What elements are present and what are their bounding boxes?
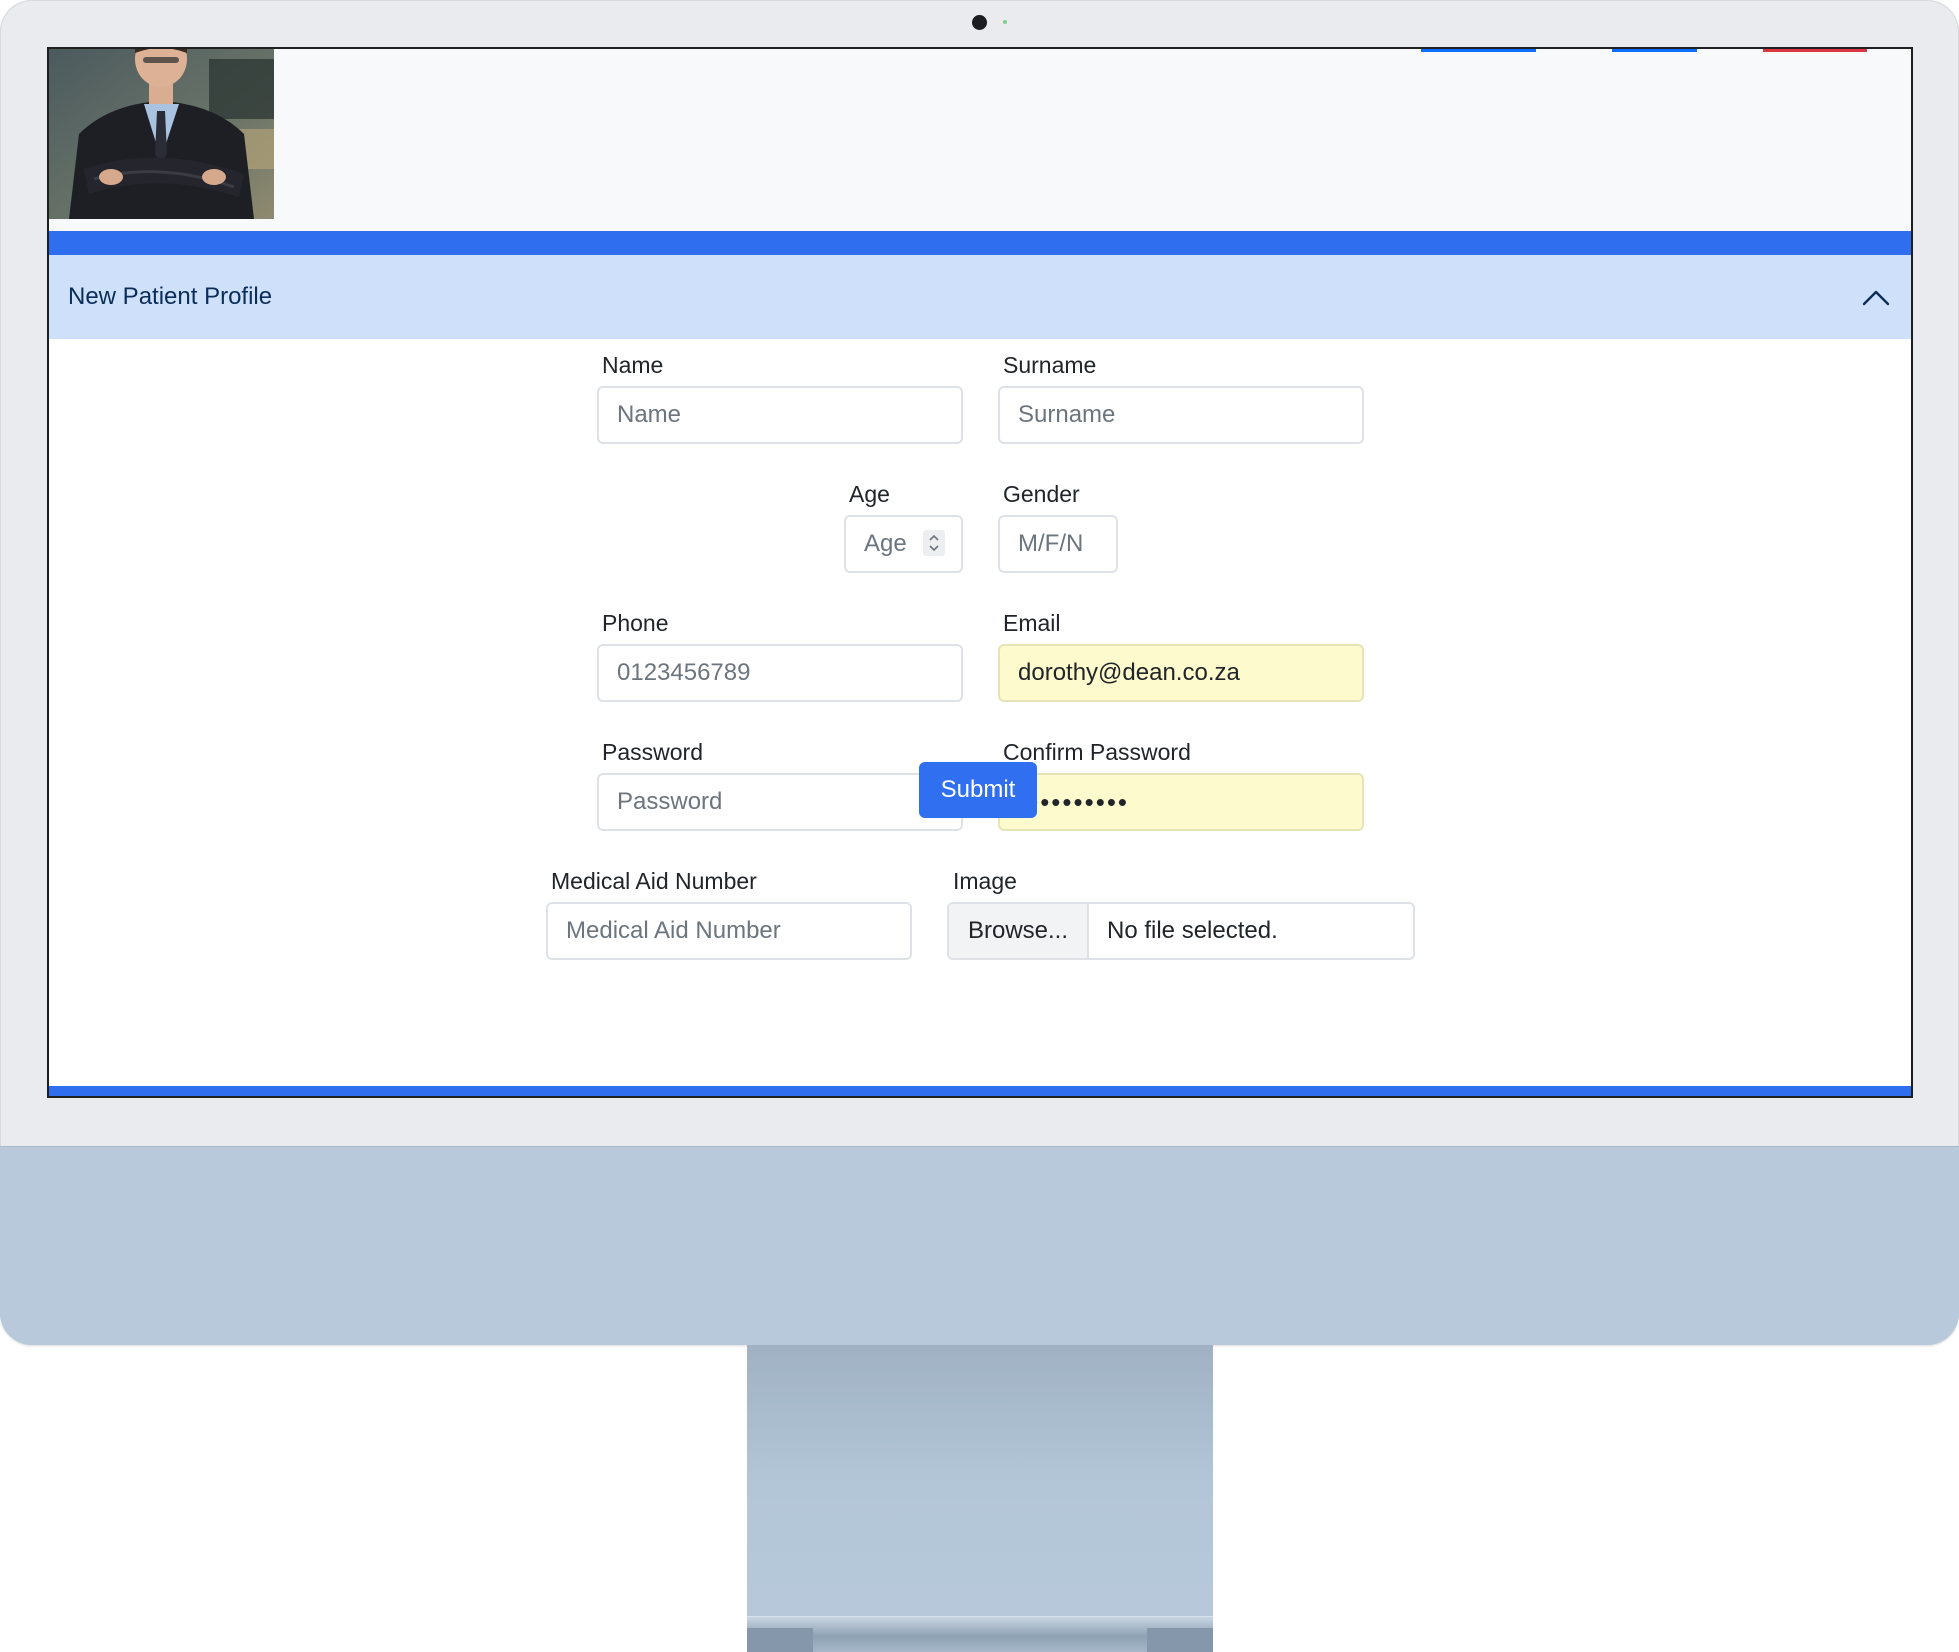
phone-input[interactable] [597,644,963,702]
submit-button[interactable]: Submit [919,762,1037,818]
accordion-header[interactable]: New Patient Profile [49,255,1911,339]
email-label: Email [1003,610,1061,636]
email-input[interactable] [998,644,1364,702]
surname-input[interactable] [998,386,1364,444]
browse-button[interactable]: Browse... [949,904,1089,958]
monitor-stand-base [747,1616,1213,1652]
monitor-bezel: New Patient Profile Name Surname Age [0,0,1959,1345]
nav-button-logout[interactable] [1763,49,1867,52]
surname-label: Surname [1003,352,1097,378]
gender-input[interactable] [998,515,1118,573]
number-spinner-icon[interactable] [923,530,945,556]
name-label: Name [602,352,664,378]
chevron-up-icon[interactable] [1861,282,1891,312]
name-input[interactable] [597,386,963,444]
password-label: Password [602,739,703,765]
camera-icon [972,15,987,30]
age-field-wrapper [844,515,963,573]
image-label: Image [953,868,1017,894]
nav-button-2[interactable] [1612,49,1697,52]
accordion-title: New Patient Profile [68,283,273,310]
password-input[interactable] [597,773,963,831]
file-status-text: No file selected. [1107,917,1278,944]
medical-aid-label: Medical Aid Number [551,868,757,894]
monitor-stand [747,1345,1213,1652]
monitor-chin [0,1146,1959,1345]
patient-form: Name Surname Age Gender Phone Email Pas [49,339,1911,1096]
stand-foot-right [1147,1628,1213,1652]
top-accent-bar [49,231,1911,255]
phone-label: Phone [602,610,669,636]
person-photo-icon [49,49,274,219]
image-file-input[interactable]: Browse... No file selected. [947,902,1415,960]
nav-button-1[interactable] [1421,49,1536,52]
age-input[interactable] [844,515,963,573]
browser-viewport: New Patient Profile Name Surname Age [47,47,1913,1098]
age-label: Age [849,481,890,507]
avatar [49,49,274,219]
gender-label: Gender [1003,481,1080,507]
camera-led-icon [1003,20,1007,24]
medical-aid-input[interactable] [546,902,912,960]
stand-foot-left [747,1628,813,1652]
bottom-accent-bar [49,1086,1911,1096]
top-header [49,49,1911,231]
confirm-password-input[interactable] [998,773,1364,831]
